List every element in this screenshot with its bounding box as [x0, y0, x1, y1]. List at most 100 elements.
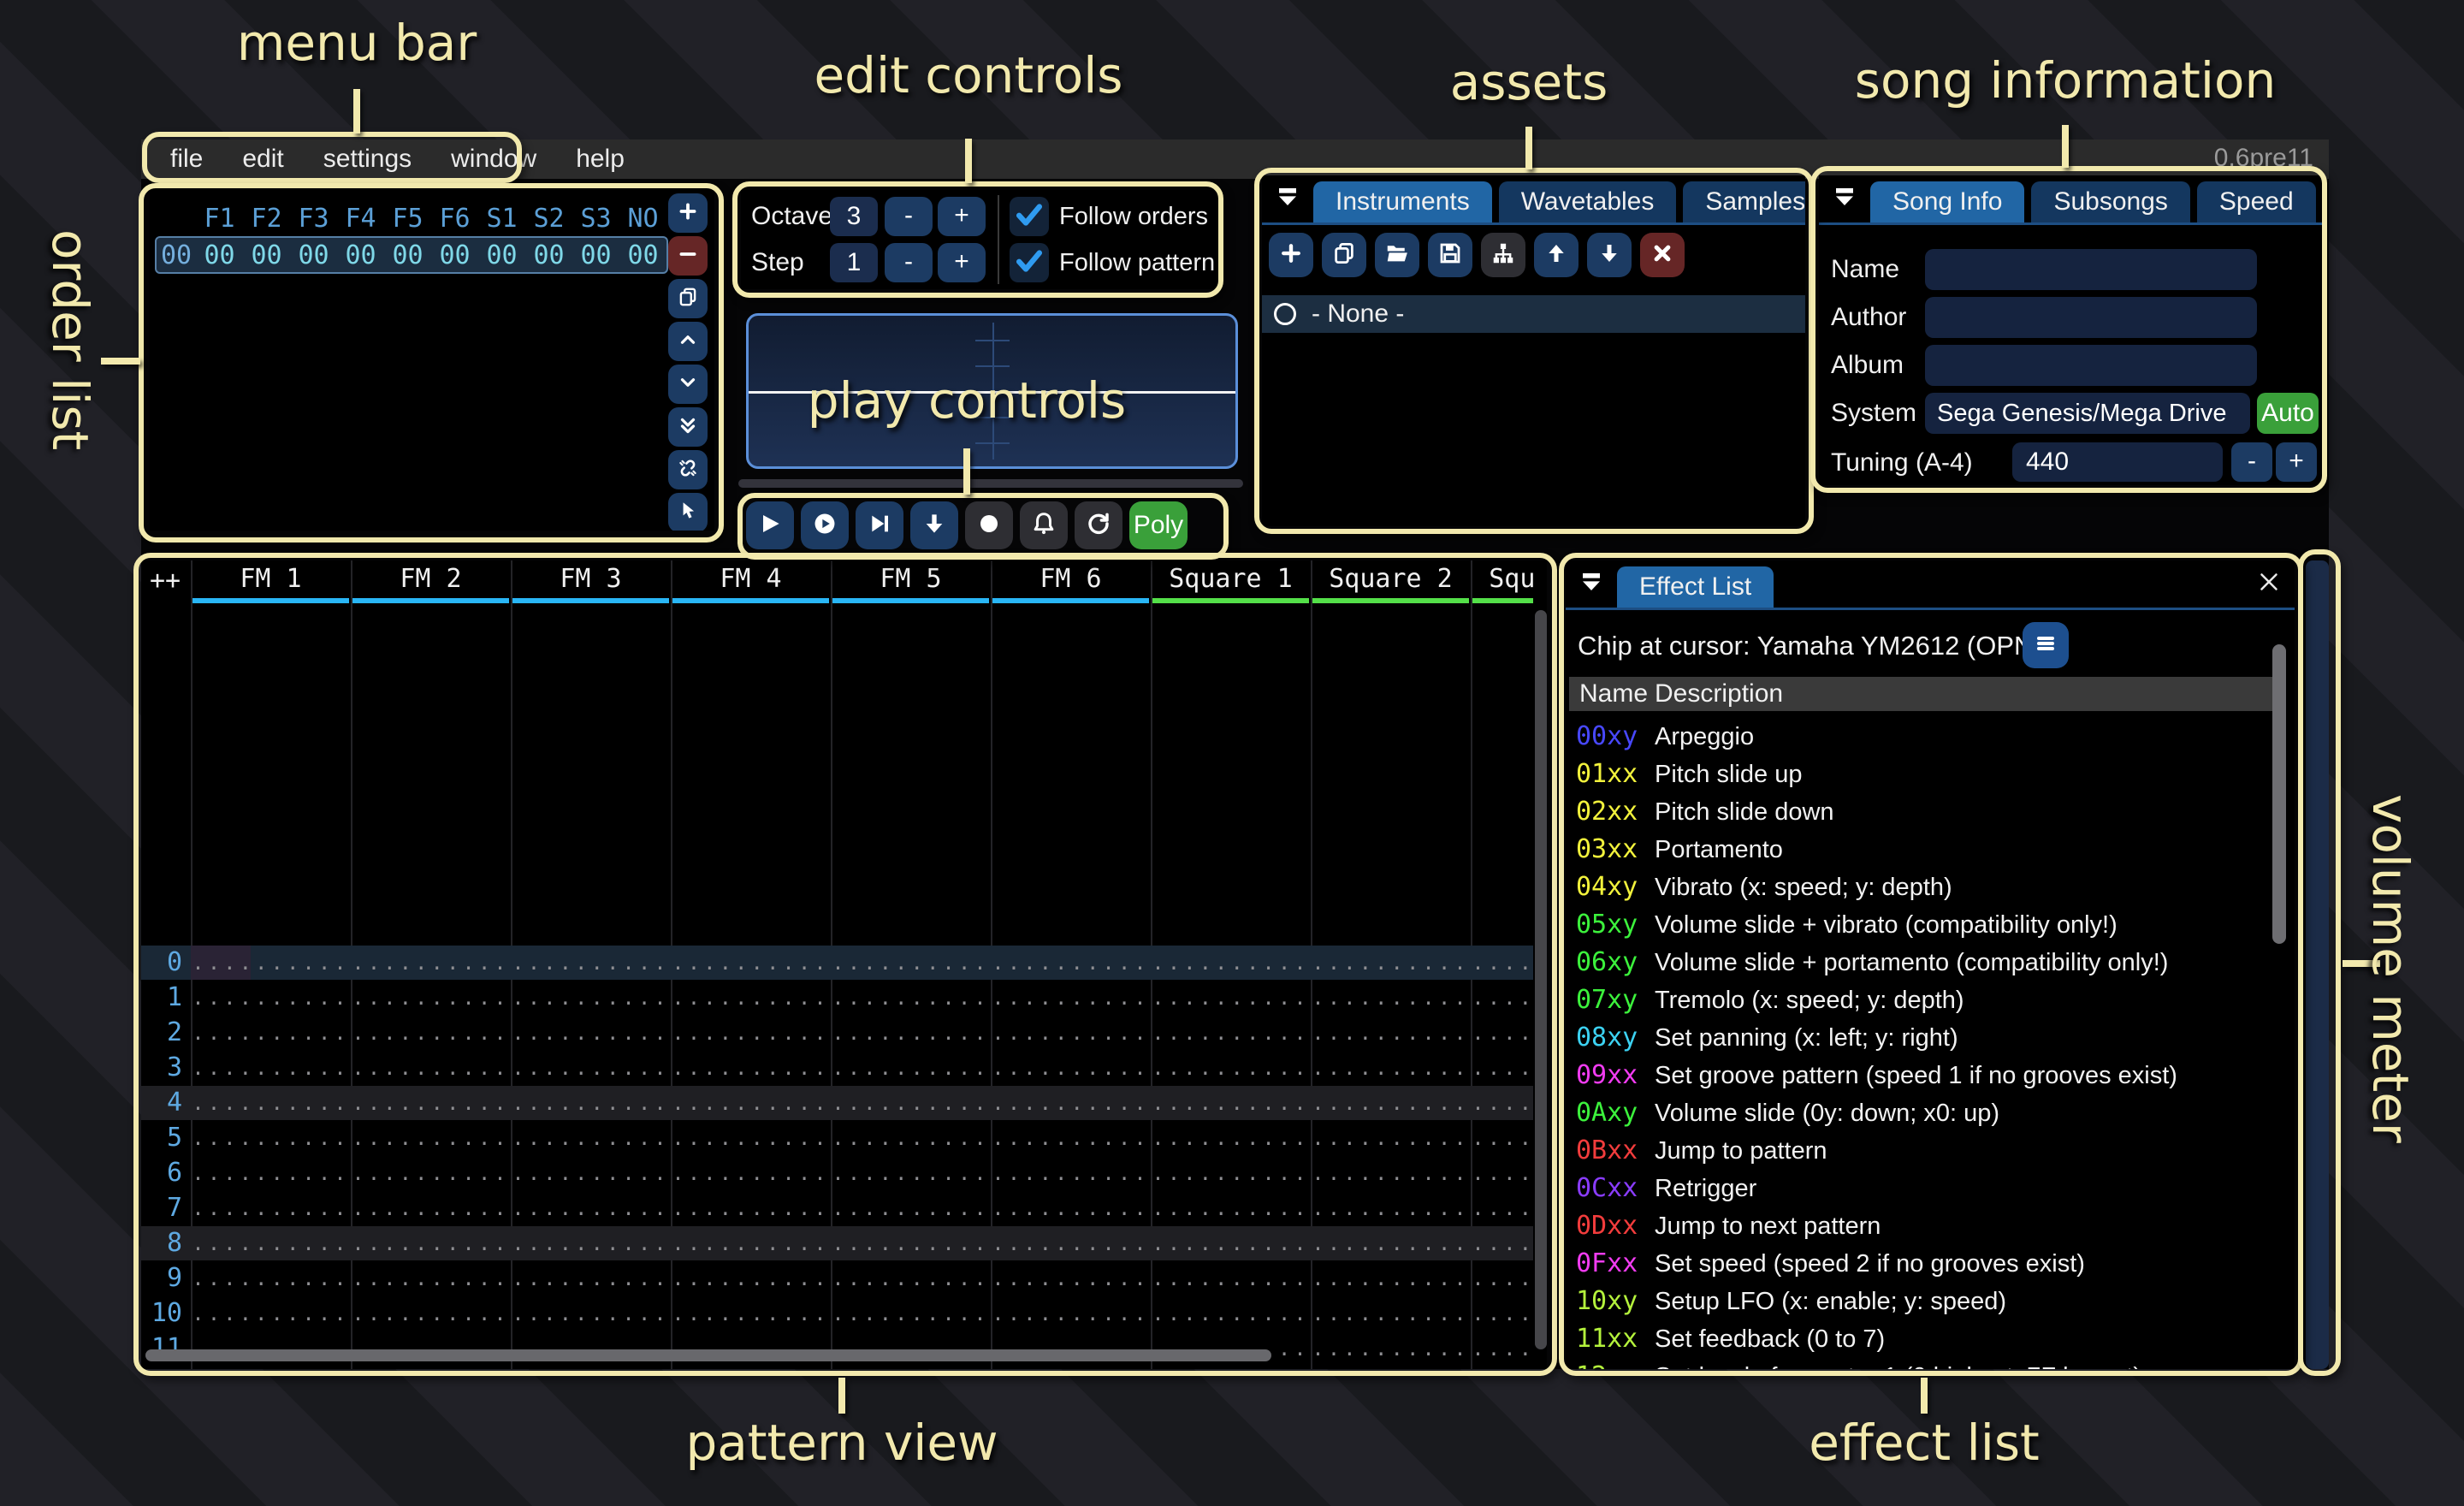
pattern-cell[interactable]: .......... — [1471, 981, 1533, 1015]
tab-subsongs[interactable]: Subsongs — [2031, 181, 2189, 222]
pattern-cell[interactable]: .......... — [1151, 1121, 1311, 1155]
effect-row-11xx[interactable]: 11xxSet feedback (0 to 7) — [1566, 1320, 2276, 1358]
effect-list-close-button[interactable] — [2250, 565, 2288, 602]
pattern-cell[interactable]: .......... — [991, 1051, 1151, 1085]
pattern-cell[interactable]: .......... — [991, 1296, 1151, 1331]
pattern-cell[interactable]: .......... — [1471, 1226, 1533, 1260]
pattern-cell[interactable]: .......... — [191, 1296, 351, 1331]
pattern-cell[interactable]: .......... — [1151, 1016, 1311, 1050]
order-move-bottom-button[interactable] — [668, 407, 708, 447]
pattern-cell[interactable]: .......... — [671, 981, 831, 1015]
tuning-minus-button[interactable]: - — [2231, 442, 2272, 482]
pattern-cell[interactable]: .......... — [991, 1016, 1151, 1050]
effect-list-scrollbar[interactable] — [2272, 644, 2286, 944]
tab-instruments[interactable]: Instruments — [1313, 181, 1492, 222]
pattern-cell[interactable]: .......... — [511, 981, 671, 1015]
order-add-button[interactable] — [668, 193, 708, 233]
pattern-cell[interactable]: .......... — [511, 1156, 671, 1190]
pattern-cell[interactable]: .......... — [991, 1156, 1151, 1190]
order-deep-clone-button[interactable] — [668, 450, 708, 489]
asset-open-button[interactable] — [1375, 233, 1419, 277]
asset-organize-button[interactable] — [1481, 233, 1525, 277]
pattern-cell[interactable]: .......... — [191, 1016, 351, 1050]
pattern-cell[interactable]: .......... — [831, 1191, 991, 1225]
tuning-plus-button[interactable]: + — [2276, 442, 2317, 482]
asset-save-button[interactable] — [1428, 233, 1472, 277]
step-plus-button[interactable]: + — [938, 243, 986, 282]
record-button[interactable] — [965, 501, 1013, 549]
pattern-cell[interactable]: .......... — [671, 1016, 831, 1050]
pattern-cell[interactable]: .......... — [511, 1051, 671, 1085]
order-cell[interactable]: 00 — [337, 240, 384, 270]
pattern-cell[interactable]: .......... — [831, 1051, 991, 1085]
pattern-cell[interactable]: .......... — [351, 1121, 511, 1155]
pattern-cell[interactable]: .......... — [991, 1226, 1151, 1260]
pattern-cell[interactable]: .......... — [1471, 1086, 1533, 1120]
follow-pattern-checkbox[interactable] — [1010, 243, 1049, 282]
pattern-cell[interactable]: .......... — [831, 1156, 991, 1190]
order-row-selected[interactable]: 00 00000000000000000000 — [155, 236, 668, 274]
song-field-input-album[interactable] — [1925, 345, 2257, 386]
pattern-cell[interactable]: .......... — [991, 1261, 1151, 1296]
assets-collapse-button[interactable] — [1269, 180, 1306, 217]
pattern-cell[interactable]: .......... — [1151, 1051, 1311, 1085]
pattern-cell[interactable]: .......... — [351, 1296, 511, 1331]
order-remove-button[interactable] — [668, 236, 708, 276]
octave-minus-button[interactable]: - — [885, 197, 933, 236]
order-cell[interactable]: 00 — [619, 240, 666, 270]
pattern-cell[interactable]: .......... — [351, 981, 511, 1015]
pattern-cell[interactable]: .......... — [1151, 981, 1311, 1015]
pattern-cell[interactable]: .......... — [1311, 946, 1471, 980]
channel-header-fm-1[interactable]: FM 1 — [191, 560, 351, 603]
pattern-cell[interactable]: .......... — [1311, 1331, 1471, 1366]
order-cell[interactable]: 00 — [525, 240, 572, 270]
menu-item-help[interactable]: help — [576, 145, 625, 174]
asset-delete-button[interactable] — [1640, 233, 1685, 277]
pattern-cell[interactable]: .......... — [351, 1051, 511, 1085]
pattern-cell[interactable]: .......... — [511, 1016, 671, 1050]
pattern-cell[interactable]: .......... — [191, 1051, 351, 1085]
effect-row-0bxx[interactable]: 0BxxJump to pattern — [1566, 1132, 2276, 1170]
pattern-cell[interactable]: .......... — [1311, 1086, 1471, 1120]
effect-row-05xy[interactable]: 05xyVolume slide + vibrato (compatibilit… — [1566, 906, 2276, 944]
pattern-cell[interactable]: .......... — [1151, 1086, 1311, 1120]
pattern-cell[interactable]: .......... — [191, 1156, 351, 1190]
order-cell[interactable]: 00 — [196, 240, 243, 270]
channel-header-fm-6[interactable]: FM 6 — [991, 560, 1151, 603]
pattern-cell[interactable]: .......... — [1471, 1191, 1533, 1225]
follow-orders-checkbox[interactable] — [1010, 197, 1049, 236]
pattern-cell[interactable]: .......... — [1471, 1051, 1533, 1085]
order-duplicate-button[interactable] — [668, 279, 708, 318]
tuning-value[interactable]: 440 — [2012, 442, 2223, 482]
pattern-cell[interactable]: .......... — [671, 1226, 831, 1260]
step-row-button[interactable] — [910, 501, 958, 549]
octave-plus-button[interactable]: + — [938, 197, 986, 236]
pattern-cell[interactable]: .......... — [511, 946, 671, 980]
pattern-cell[interactable]: .......... — [1151, 1261, 1311, 1296]
pattern-cell[interactable]: .......... — [671, 1121, 831, 1155]
pattern-cell[interactable]: .......... — [1471, 1121, 1533, 1155]
pattern-cell[interactable]: .......... — [511, 1191, 671, 1225]
pattern-cell[interactable]: .......... — [351, 946, 511, 980]
pattern-cell[interactable]: .......... — [1471, 1261, 1533, 1296]
effect-row-12xx[interactable]: 12xxSet level of operator 1 (0 highest, … — [1566, 1358, 2276, 1369]
pattern-cell[interactable]: .......... — [1151, 946, 1311, 980]
menu-item-settings[interactable]: settings — [323, 145, 412, 174]
order-cell[interactable]: 00 — [478, 240, 525, 270]
order-move-down-button[interactable] — [668, 365, 708, 404]
channel-header-fm-4[interactable]: FM 4 — [671, 560, 831, 603]
tab-wavetables[interactable]: Wavetables — [1499, 181, 1677, 222]
pattern-cell[interactable]: .......... — [831, 1261, 991, 1296]
pattern-cell[interactable]: .......... — [1471, 1156, 1533, 1190]
effect-row-10xy[interactable]: 10xySetup LFO (x: enable; y: speed) — [1566, 1283, 2276, 1320]
song-field-input-author[interactable] — [1925, 297, 2257, 338]
system-value[interactable]: Sega Genesis/Mega Drive — [1925, 393, 2250, 434]
order-move-up-button[interactable] — [668, 322, 708, 361]
pattern-cell[interactable]: .......... — [191, 1191, 351, 1225]
pattern-cell[interactable]: .......... — [1311, 1051, 1471, 1085]
effect-row-09xx[interactable]: 09xxSet groove pattern (speed 1 if no gr… — [1566, 1057, 2276, 1094]
pattern-cell[interactable]: .......... — [671, 1261, 831, 1296]
menu-item-window[interactable]: window — [451, 145, 536, 174]
pattern-cell[interactable]: .......... — [1151, 1191, 1311, 1225]
pattern-cell[interactable]: .......... — [671, 946, 831, 980]
